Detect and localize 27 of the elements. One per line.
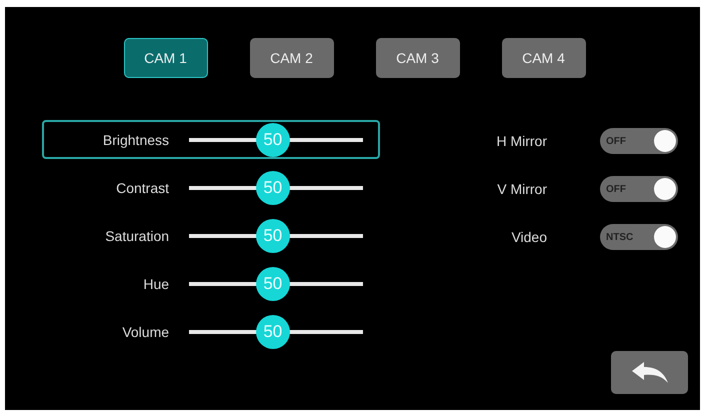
slider-thumb[interactable]: 50	[256, 170, 290, 204]
toggle-switch[interactable]: NTSC	[600, 224, 678, 250]
setting-label: Brightness	[102, 132, 170, 148]
setting-row[interactable]: Volume 50	[42, 312, 380, 351]
camera-tab[interactable]: CAM 1	[124, 38, 208, 78]
focused-setting-row[interactable]: Brightness 50	[42, 120, 380, 159]
slider-thumb[interactable]: 50	[256, 122, 290, 156]
switch-label: H Mirror	[495, 133, 547, 149]
back-button[interactable]	[611, 351, 688, 394]
toggle-switch[interactable]: OFF	[600, 128, 678, 154]
toggle-switch[interactable]: OFF	[600, 176, 678, 202]
setting-label: Hue	[142, 276, 170, 292]
slider-thumb[interactable]: 50	[256, 314, 290, 348]
setting-label: Saturation	[104, 228, 170, 244]
switch-label: Video	[510, 229, 547, 245]
setting-row[interactable]: Hue 50	[42, 264, 380, 303]
back-arrow-icon	[630, 360, 670, 384]
camera-tab[interactable]: CAM 2	[250, 38, 334, 78]
slider-thumb[interactable]: 50	[256, 266, 290, 300]
setting-row[interactable]: Contrast 50	[42, 168, 380, 207]
slider-thumb[interactable]: 50	[256, 218, 290, 252]
switch-label: V Mirror	[496, 181, 547, 197]
camera-tab[interactable]: CAM 4	[502, 38, 586, 78]
setting-row[interactable]: Saturation 50	[42, 216, 380, 255]
camera-tab[interactable]: CAM 3	[376, 38, 460, 78]
setting-label: Volume	[121, 324, 170, 340]
setting-label: Contrast	[115, 180, 170, 196]
